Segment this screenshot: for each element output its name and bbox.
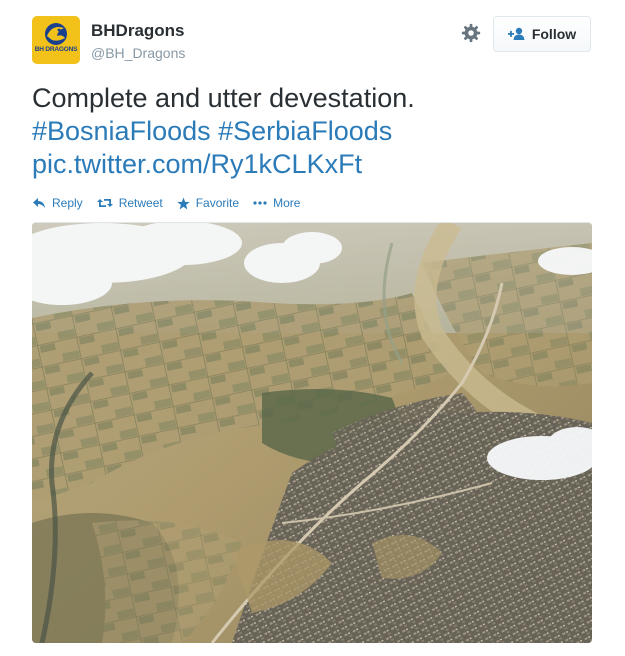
star-icon (176, 197, 190, 209)
tweet-actions: Reply Retweet Favorite More (32, 196, 314, 210)
retweet-label: Retweet (118, 196, 163, 210)
reply-icon (33, 198, 45, 208)
more-dots-icon (253, 201, 267, 205)
more-button[interactable]: More (253, 196, 300, 210)
aerial-flood-photo (32, 223, 592, 643)
follow-button[interactable]: Follow (493, 16, 591, 52)
tweet-body: Complete and utter devestation. (32, 83, 415, 113)
more-label: More (273, 196, 301, 210)
gear-icon[interactable] (460, 22, 482, 44)
tweet-photo[interactable] (32, 222, 592, 643)
dragon-logo-icon (45, 23, 67, 45)
hashtag-bosniafloods[interactable]: #BosniaFloods (32, 116, 211, 146)
reply-button[interactable]: Reply (32, 196, 83, 210)
follow-label: Follow (531, 26, 577, 42)
tweet-text: Complete and utter devestation. #BosniaF… (32, 82, 592, 181)
hashtag-serbiafloods[interactable]: #SerbiaFloods (218, 116, 392, 146)
add-user-icon (507, 27, 525, 40)
favorite-button[interactable]: Favorite (176, 196, 240, 210)
media-link[interactable]: pic.twitter.com/Ry1kCLKxFt (32, 148, 592, 181)
avatar[interactable]: BH DRAGONS (32, 16, 80, 64)
retweet-button[interactable]: Retweet (96, 196, 163, 210)
display-name[interactable]: BHDragons (91, 21, 185, 41)
avatar-logo-text: BH DRAGONS (34, 46, 78, 53)
reply-label: Reply (52, 196, 83, 210)
favorite-label: Favorite (195, 196, 240, 210)
retweet-icon (96, 199, 113, 207)
user-handle[interactable]: @BH_Dragons (91, 45, 185, 61)
